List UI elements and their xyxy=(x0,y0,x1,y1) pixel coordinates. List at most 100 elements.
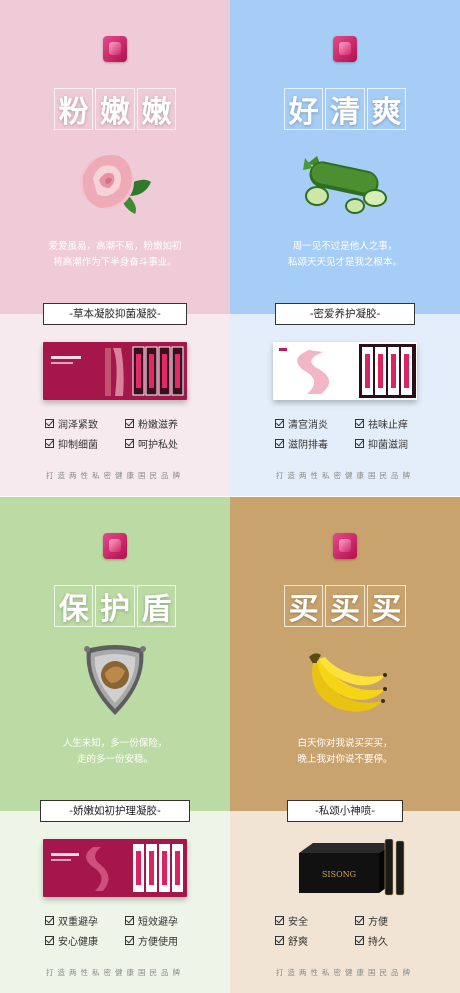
title-char: 爽 xyxy=(366,88,406,130)
title-char: 嫩 xyxy=(95,88,135,130)
checkbox-icon xyxy=(125,936,134,945)
product-box-image xyxy=(43,839,187,897)
product-label: -密爱养护凝胶- xyxy=(275,303,415,325)
feature-text: 安心健康 xyxy=(58,937,98,948)
title-char: 清 xyxy=(325,88,365,130)
feature-text: 方便 xyxy=(368,917,388,928)
brand-logo-icon xyxy=(333,36,357,62)
footer-slogan: 打造两性私密健康国民品牌 xyxy=(46,968,184,977)
checkbox-icon xyxy=(45,439,54,448)
title-char: 护 xyxy=(95,585,135,627)
checkbox-icon xyxy=(275,439,284,448)
product-box-image xyxy=(273,342,417,400)
feature-text: 抑菌滋润 xyxy=(368,440,408,451)
checkbox-icon xyxy=(275,419,284,428)
feature-item: 滋阴排毒 xyxy=(275,436,355,451)
feature-item: 安心健康 xyxy=(45,933,125,948)
cucumber-icon xyxy=(303,156,387,214)
checkbox-icon xyxy=(45,936,54,945)
panel-title: 买 买 买 xyxy=(284,585,406,627)
feature-text: 滋阴排毒 xyxy=(288,440,328,451)
checkbox-icon xyxy=(125,419,134,428)
panel-title: 保 护 盾 xyxy=(54,585,176,627)
footer-slogan: 打造两性私密健康国民品牌 xyxy=(276,968,414,977)
feature-item: 双重避孕 xyxy=(45,913,125,928)
feature-item: 方便使用 xyxy=(125,933,205,948)
feature-item: 抑菌滋润 xyxy=(355,436,435,451)
tagline: 人生未知，多一份保险， 走的多一份安稳。 xyxy=(30,736,200,768)
feature-item: 粉嫩滋养 xyxy=(125,416,205,431)
product-label: -娇嫩如初护理凝胶- xyxy=(40,800,190,822)
feature-item: 安全 xyxy=(275,913,355,928)
rose-icon xyxy=(80,154,151,214)
feature-list: 安全 方便 舒爽 持久 xyxy=(275,913,435,948)
panel-pink: 粉 嫩 嫩 爱爱虽易，高潮不易，粉嫩如初 将高潮作为下半身奋斗事业。 -草本凝胶… xyxy=(0,0,230,496)
banana-icon xyxy=(309,653,387,712)
tagline-line: 走的多一份安稳。 xyxy=(76,754,153,765)
feature-item: 呵护私处 xyxy=(125,436,205,451)
feature-text: 清宫消炎 xyxy=(288,420,328,431)
panel-title: 好 清 爽 xyxy=(284,88,406,130)
feature-list: 双重避孕 短效避孕 安心健康 方便使用 xyxy=(45,913,205,948)
product-label: -私颂小神喷- xyxy=(287,800,403,822)
title-char: 好 xyxy=(284,88,324,130)
checkbox-icon xyxy=(355,916,364,925)
feature-item: 清宫消炎 xyxy=(275,416,355,431)
title-char: 嫩 xyxy=(136,88,176,130)
feature-item: 祛味止痒 xyxy=(355,416,435,431)
feature-text: 安全 xyxy=(288,917,308,928)
brand-logo-text: SISONG xyxy=(322,870,356,879)
feature-text: 祛味止痒 xyxy=(368,420,408,431)
product-box-image: SISONG xyxy=(299,839,405,896)
feature-text: 持久 xyxy=(368,937,388,948)
checkbox-icon xyxy=(355,439,364,448)
checkbox-icon xyxy=(125,916,134,925)
feature-text: 抑制细菌 xyxy=(58,440,98,451)
feature-item: 润泽紧致 xyxy=(45,416,125,431)
title-char: 粉 xyxy=(54,88,94,130)
panel-blue: 好 清 爽 周一见不过是他人之事， 私颂天天见才是我之根本。 -密爱养护凝胶- … xyxy=(230,0,460,496)
footer-slogan: 打造两性私密健康国民品牌 xyxy=(46,471,184,480)
panel-tan: 买 买 买 白天你对我说买买买， 晚上我对你说不要停。 -私颂小神喷- SISO… xyxy=(230,497,460,993)
feature-list: 润泽紧致 粉嫩滋养 抑制细菌 呵护私处 xyxy=(45,416,205,451)
title-char: 买 xyxy=(325,585,365,627)
feature-text: 润泽紧致 xyxy=(58,420,98,431)
product-label: -草本凝胶抑菌凝胶- xyxy=(43,303,187,325)
tagline-line: 周一见不过是他人之事， xyxy=(292,241,398,252)
feature-item: 方便 xyxy=(355,913,435,928)
tagline: 周一见不过是他人之事， 私颂天天见才是我之根本。 xyxy=(260,239,430,271)
checkbox-icon xyxy=(45,916,54,925)
checkbox-icon xyxy=(355,936,364,945)
tagline-line: 爱爱虽易，高潮不易，粉嫩如初 xyxy=(48,241,182,252)
feature-text: 短效避孕 xyxy=(138,917,178,928)
feature-text: 方便使用 xyxy=(138,937,178,948)
checkbox-icon xyxy=(275,916,284,925)
checkbox-icon xyxy=(45,419,54,428)
footer-slogan: 打造两性私密健康国民品牌 xyxy=(276,471,414,480)
tagline: 白天你对我说买买买， 晚上我对你说不要停。 xyxy=(260,736,430,768)
feature-text: 呵护私处 xyxy=(138,440,178,451)
feature-list: 清宫消炎 祛味止痒 滋阴排毒 抑菌滋润 xyxy=(275,416,435,451)
shield-icon xyxy=(84,645,146,715)
feature-item: 舒爽 xyxy=(275,933,355,948)
tagline-line: 晚上我对你说不要停。 xyxy=(297,754,393,765)
feature-text: 舒爽 xyxy=(288,937,308,948)
panel-title: 粉 嫩 嫩 xyxy=(54,88,176,130)
feature-text: 粉嫩滋养 xyxy=(138,420,178,431)
tagline-line: 私颂天天见才是我之根本。 xyxy=(287,257,402,268)
title-char: 盾 xyxy=(136,585,176,627)
brand-logo-icon xyxy=(103,36,127,62)
checkbox-icon xyxy=(355,419,364,428)
feature-item: 短效避孕 xyxy=(125,913,205,928)
checkbox-icon xyxy=(275,936,284,945)
brand-logo-icon xyxy=(103,533,127,559)
feature-text: 双重避孕 xyxy=(58,917,98,928)
title-char: 保 xyxy=(54,585,94,627)
brand-logo-icon xyxy=(333,533,357,559)
panel-green: 保 护 盾 人生未知，多一份保险， 走的多一份安稳。 -娇嫩如初护理凝胶- 双重… xyxy=(0,497,230,993)
tagline-line: 人生未知，多一份保险， xyxy=(62,738,168,749)
feature-item: 持久 xyxy=(355,933,435,948)
tagline: 爱爱虽易，高潮不易，粉嫩如初 将高潮作为下半身奋斗事业。 xyxy=(30,239,200,271)
feature-item: 抑制细菌 xyxy=(45,436,125,451)
title-char: 买 xyxy=(284,585,324,627)
